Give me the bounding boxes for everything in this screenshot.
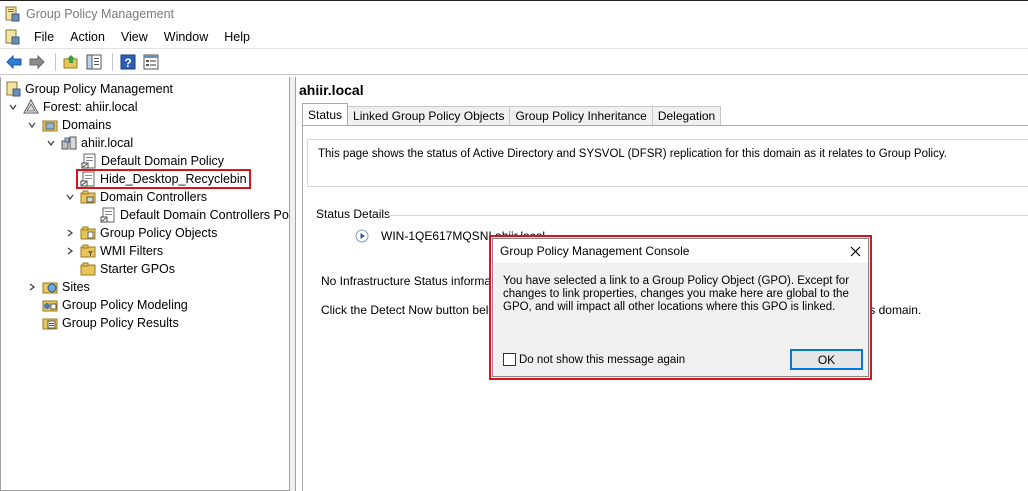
console-tree[interactable]: Group Policy Management Forest: ahiir.lo…	[0, 77, 290, 491]
tree-item-label: Forest: ahiir.local	[43, 100, 138, 114]
tree-item-label: WMI Filters	[100, 244, 164, 258]
menu-window[interactable]: Window	[156, 30, 216, 44]
tree-item-domain-ahiir[interactable]: ahiir.local	[45, 134, 133, 152]
dont-show-again-checkbox[interactable]	[503, 353, 516, 366]
collapse-chevron-icon[interactable]	[7, 101, 19, 113]
gpm-app-icon	[5, 6, 20, 22]
sites-icon	[42, 282, 58, 294]
dialog-frame: Group Policy Management Console You have…	[492, 238, 869, 377]
tree-item-domains[interactable]: Domains	[26, 116, 111, 134]
tab-strip: Status Linked Group Policy Objects Group…	[302, 103, 722, 125]
toolbar-separator	[112, 52, 113, 71]
tree-item-label: Hide_Desktop_Recyclebin	[100, 172, 247, 186]
expand-chevron-icon[interactable]	[26, 281, 38, 293]
close-icon	[850, 246, 860, 256]
show-hide-tree-button[interactable]	[84, 52, 104, 72]
tree-item-label: Sites	[62, 280, 90, 294]
dont-show-again-option[interactable]: Do not show this message again	[503, 353, 685, 366]
help-button[interactable]: ?	[118, 52, 138, 72]
back-button[interactable]	[4, 52, 24, 72]
dialog-titlebar: Group Policy Management Console	[493, 239, 868, 263]
tree-item-group-policy-objects[interactable]: Group Policy Objects	[64, 224, 217, 242]
status-description: This page shows the status of Active Dir…	[307, 139, 1028, 187]
tree-item-gp-results[interactable]: Group Policy Results	[42, 314, 179, 332]
window-titlebar: Group Policy Management	[0, 0, 1028, 27]
modeling-icon	[42, 300, 58, 312]
pane-splitter[interactable]	[290, 77, 296, 491]
properties-icon	[143, 54, 159, 69]
window-title: Group Policy Management	[26, 7, 174, 21]
show-hide-tree-icon	[86, 54, 102, 69]
tree-item-sites[interactable]: Sites	[26, 278, 90, 296]
tree-item-default-domain-policy[interactable]: Default Domain Policy	[81, 152, 224, 170]
tree-item-forest[interactable]: Forest: ahiir.local	[7, 98, 137, 116]
gpo-link-icon	[81, 153, 96, 169]
ok-button[interactable]: OK	[790, 349, 863, 370]
collapse-chevron-icon[interactable]	[45, 137, 57, 149]
tree-item-label: Domains	[62, 118, 112, 132]
collapse-chevron-icon[interactable]	[26, 119, 38, 131]
folder-icon	[80, 244, 96, 258]
up-folder-icon	[63, 54, 78, 68]
group-divider	[388, 215, 1028, 216]
tree-item-label: Group Policy Modeling	[62, 298, 188, 312]
gpmc-confirmation-dialog: Group Policy Management Console You have…	[489, 235, 872, 380]
help-icon: ?	[120, 54, 136, 70]
gpo-link-icon	[80, 171, 95, 187]
tree-item-label: Default Domain Controllers Poli	[120, 208, 290, 222]
toolbar-separator	[55, 52, 56, 71]
domain-icon	[61, 136, 77, 150]
tree-item-starter-gpos[interactable]: Starter GPOs	[80, 260, 175, 278]
tree-item-label: Group Policy Results	[62, 316, 179, 330]
checkbox-label: Do not show this message again	[519, 353, 686, 366]
tree-item-gpm-root[interactable]: Group Policy Management	[5, 80, 173, 98]
up-level-button[interactable]	[61, 52, 81, 72]
folder-icon	[80, 226, 96, 240]
system-menu-icon[interactable]	[4, 29, 20, 45]
back-arrow-icon	[6, 54, 22, 69]
gpo-link-icon	[100, 207, 115, 223]
folder-icon	[80, 262, 96, 276]
gpm-console-icon	[6, 81, 21, 97]
menu-view[interactable]: View	[113, 30, 156, 44]
properties-button[interactable]	[141, 52, 161, 72]
dialog-message: You have selected a link to a Group Poli…	[503, 275, 850, 313]
expand-chevron-icon[interactable]	[64, 245, 76, 257]
tree-item-hide-desktop-recyclebin[interactable]: Hide_Desktop_Recyclebin	[76, 169, 251, 189]
tree-item-label: Group Policy Objects	[100, 226, 218, 240]
tree-item-label: Default Domain Policy	[101, 154, 224, 168]
status-details-heading: Status Details	[316, 207, 391, 221]
results-icon	[42, 318, 58, 330]
domains-folder-icon	[42, 120, 58, 132]
tab-linked-gpos[interactable]: Linked Group Policy Objects	[347, 106, 511, 125]
tree-item-domain-controllers[interactable]: Domain Controllers	[64, 188, 207, 206]
svg-text:?: ?	[124, 56, 131, 70]
tree-item-wmi-filters[interactable]: WMI Filters	[64, 242, 163, 260]
menu-help[interactable]: Help	[216, 30, 258, 44]
expand-chevron-icon[interactable]	[64, 227, 76, 239]
dialog-title: Group Policy Management Console	[500, 244, 690, 258]
tree-item-label: Domain Controllers	[100, 190, 207, 204]
tree-item-gp-modeling[interactable]: Group Policy Modeling	[42, 296, 188, 314]
dialog-close-button[interactable]	[846, 242, 864, 260]
forward-arrow-icon	[29, 54, 45, 69]
expand-circle-icon[interactable]	[355, 229, 369, 243]
menu-action[interactable]: Action	[62, 30, 113, 44]
tab-delegation[interactable]: Delegation	[651, 106, 722, 125]
toolbar: ?	[0, 48, 1028, 75]
page-title: ahiir.local	[299, 82, 364, 98]
menu-file[interactable]: File	[26, 30, 62, 44]
tree-item-label: Group Policy Management	[25, 82, 173, 96]
collapse-chevron-icon[interactable]	[64, 191, 76, 203]
tab-status[interactable]: Status	[302, 103, 349, 125]
ou-folder-icon	[80, 190, 96, 204]
tree-item-label: Starter GPOs	[100, 262, 176, 276]
menu-bar: File Action View Window Help	[0, 27, 1028, 47]
forward-button[interactable]	[27, 52, 47, 72]
tab-gp-inheritance[interactable]: Group Policy Inheritance	[509, 106, 653, 125]
forest-icon	[23, 99, 39, 114]
tree-item-default-dc-policy[interactable]: Default Domain Controllers Poli	[100, 206, 290, 224]
tree-item-label: ahiir.local	[81, 136, 134, 150]
